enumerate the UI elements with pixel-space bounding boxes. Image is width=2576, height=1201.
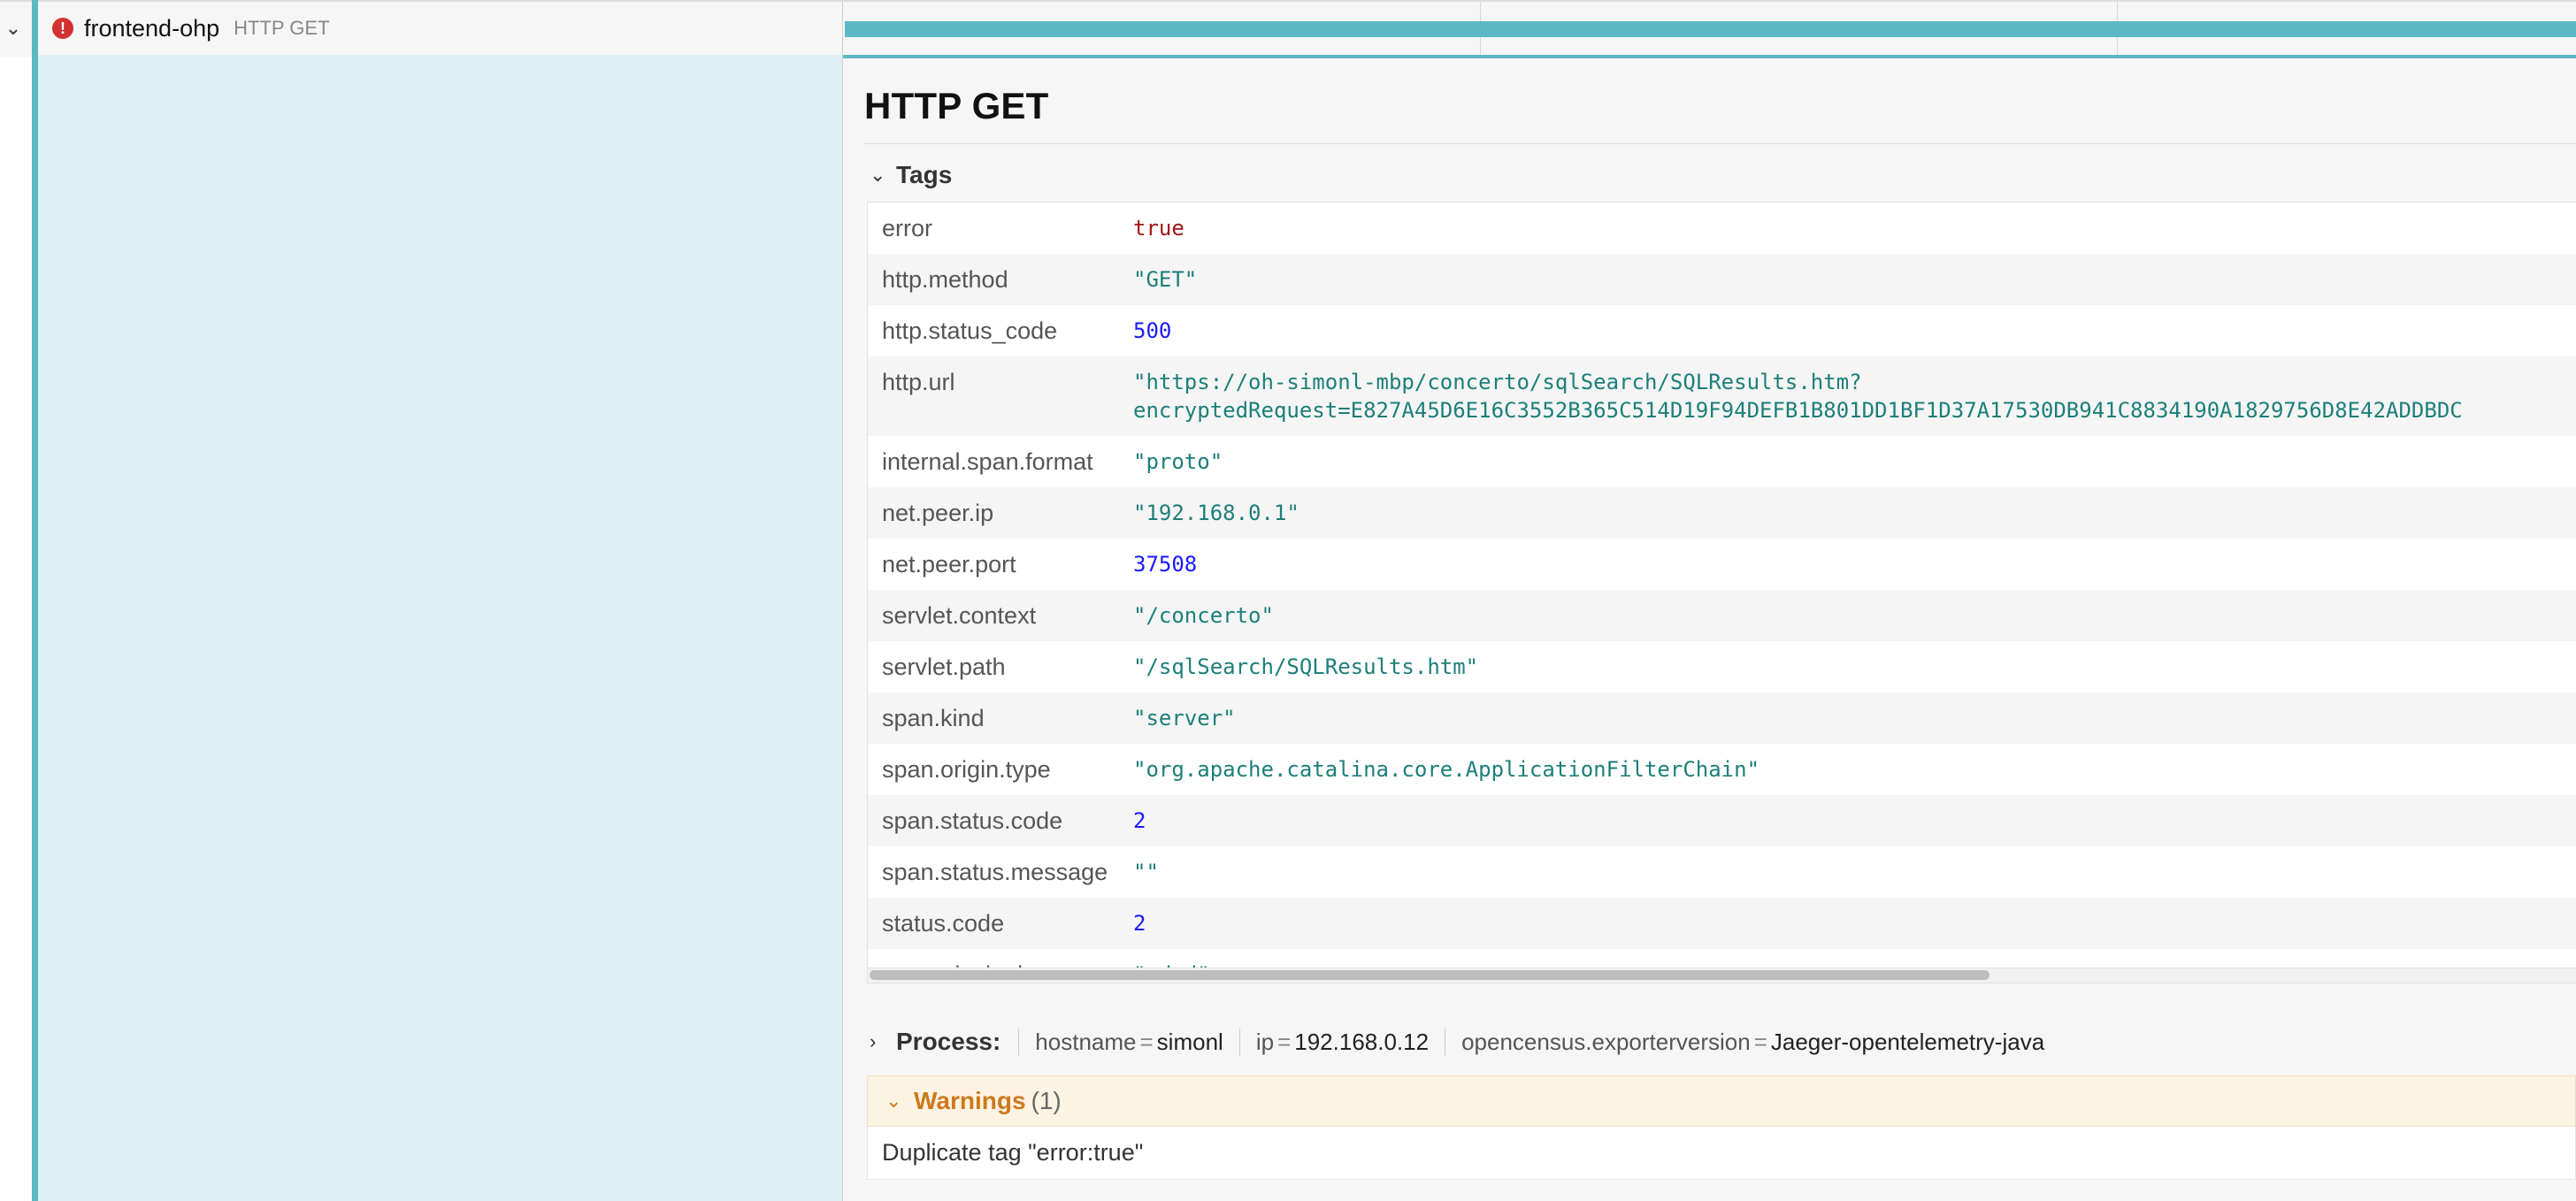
process-item: hostname = simonl (1018, 1028, 1239, 1056)
span-timeline[interactable] (842, 2, 2576, 55)
process-value: 192.168.0.12 (1294, 1028, 1430, 1055)
chevron-down-icon: ⌄ (886, 1090, 902, 1112)
process-value: Jaeger-opentelemetry-java (1770, 1028, 2045, 1055)
process-label: Process: (896, 1028, 1001, 1055)
process-eq: = (1139, 1028, 1154, 1055)
process-key: hostname (1035, 1028, 1137, 1055)
tag-row: span.kind "server" (868, 692, 2576, 744)
tag-value: 2 (1133, 911, 1146, 936)
tag-value: "" (1133, 860, 1159, 884)
tag-row: internal.span.format "proto" (868, 436, 2576, 487)
tag-row: servlet.path "/sqlSearch/SQLResults.htm" (868, 641, 2576, 692)
tag-value: true (1133, 216, 1184, 241)
tag-key: http.method (882, 266, 1008, 293)
process-eq: = (1277, 1028, 1292, 1055)
chevron-down-icon: ⌄ (870, 164, 886, 186)
tags-label: Tags (896, 161, 953, 188)
trace-view: ⌄ ! frontend-ohp HTTP GET HTTP GET ⌄ Tag… (0, 0, 2576, 1201)
tag-row: error true (868, 203, 2576, 254)
tag-key: servlet.context (882, 602, 1037, 629)
tag-value: "/concerto" (1133, 603, 1274, 628)
tag-row: http.url "https://oh-simonl-mbp/concerto… (868, 356, 2576, 436)
tag-row: servlet.context "/concerto" (868, 590, 2576, 641)
warnings-count: (1) (1031, 1087, 1062, 1114)
span-tree-guide (32, 0, 38, 1201)
span-duration-bar[interactable] (845, 21, 2576, 37)
tag-row: net.peer.port 37508 (868, 539, 2576, 590)
process-key: opencensus.exporterversion (1461, 1028, 1751, 1055)
horizontal-scrollbar[interactable] (868, 968, 2576, 983)
tag-key: servlet.path (882, 654, 1006, 680)
tag-value: 2 (1133, 808, 1146, 833)
tag-key: status.code (882, 910, 1005, 937)
service-name: frontend-ohp (84, 14, 220, 42)
detail-title: HTTP GET (864, 85, 1049, 126)
warning-item: Duplicate tag "error:true" (882, 1139, 1144, 1166)
divider (864, 143, 2576, 144)
scrollbar-thumb[interactable] (870, 970, 1990, 980)
tag-key: internal.span.format (882, 448, 1093, 475)
tags-table[interactable]: error true http.method "GET" http.status… (867, 202, 2576, 983)
tag-key: span.origin.type (882, 756, 1051, 783)
chevron-down-icon[interactable]: ⌄ (0, 2, 27, 55)
process-eq: = (1753, 1028, 1767, 1055)
span-row[interactable]: ⌄ ! frontend-ohp HTTP GET (0, 0, 2576, 57)
tag-key: span.status.message (882, 859, 1108, 885)
warnings-toggle[interactable]: ⌄ Warnings (1) (867, 1075, 2576, 1127)
tag-row: span.status.code 2 (868, 795, 2576, 846)
process-value: simonl (1156, 1028, 1223, 1055)
tag-key: error (882, 215, 933, 241)
tag-row: span.status.message "" (868, 846, 2576, 898)
chevron-right-icon: › (870, 1030, 877, 1052)
process-toggle[interactable]: › Process: hostname = simonl ip = 192.168.0.… (870, 1024, 2060, 1059)
tag-row: http.method "GET" (868, 254, 2576, 305)
warnings-label: Warnings (914, 1087, 1026, 1114)
tag-value: "/sqlSearch/SQLResults.htm" (1133, 654, 1479, 679)
tag-value: "org.apache.catalina.core.ApplicationFil… (1133, 757, 1760, 782)
error-circle-icon: ! (52, 18, 73, 39)
span-tree-panel (38, 55, 843, 1201)
process-key: ip (1255, 1028, 1275, 1055)
tag-key: http.url (882, 369, 955, 395)
tag-key: http.status_code (882, 317, 1058, 344)
span-name-cell[interactable]: ! frontend-ohp HTTP GET (38, 2, 842, 55)
warnings-list: Duplicate tag "error:true" (867, 1127, 2576, 1180)
process-item: opencensus.exporterversion = Jaeger-opente… (1445, 1028, 2060, 1056)
tag-value: "192.168.0.1" (1133, 501, 1300, 525)
tag-row: http.status_code 500 (868, 305, 2576, 356)
process-item: ip = 192.168.0.12 (1238, 1028, 1445, 1056)
tag-row: net.peer.ip "192.168.0.1" (868, 487, 2576, 539)
tag-value: 37508 (1133, 552, 1198, 577)
tag-key: net.peer.ip (882, 500, 994, 526)
tag-key: span.kind (882, 705, 985, 731)
tag-row: span.origin.type "org.apache.catalina.co… (868, 744, 2576, 795)
tag-value-line: "https://oh-simonl-mbp/concerto/sqlSearc… (1133, 370, 1862, 394)
operation-name: HTTP GET (234, 17, 330, 39)
tag-value: "proto" (1133, 449, 1223, 474)
tag-row: status.code 2 (868, 898, 2576, 949)
tag-value: "https://oh-simonl-mbp/concerto/sqlSearc… (1133, 356, 2576, 436)
tag-value: 500 (1133, 318, 1172, 343)
tag-key: span.status.code (882, 807, 1063, 834)
span-detail-panel: HTTP GET ⌄ Tags error true http.method "… (843, 55, 2576, 1201)
tags-toggle[interactable]: ⌄ Tags (870, 161, 952, 189)
tag-value: "server" (1133, 706, 1236, 731)
tag-key: net.peer.port (882, 551, 1016, 578)
tag-value: "GET" (1133, 267, 1198, 292)
tag-value-line: encryptedRequest=E827A45D6E16C3552B365C5… (1133, 398, 2463, 423)
